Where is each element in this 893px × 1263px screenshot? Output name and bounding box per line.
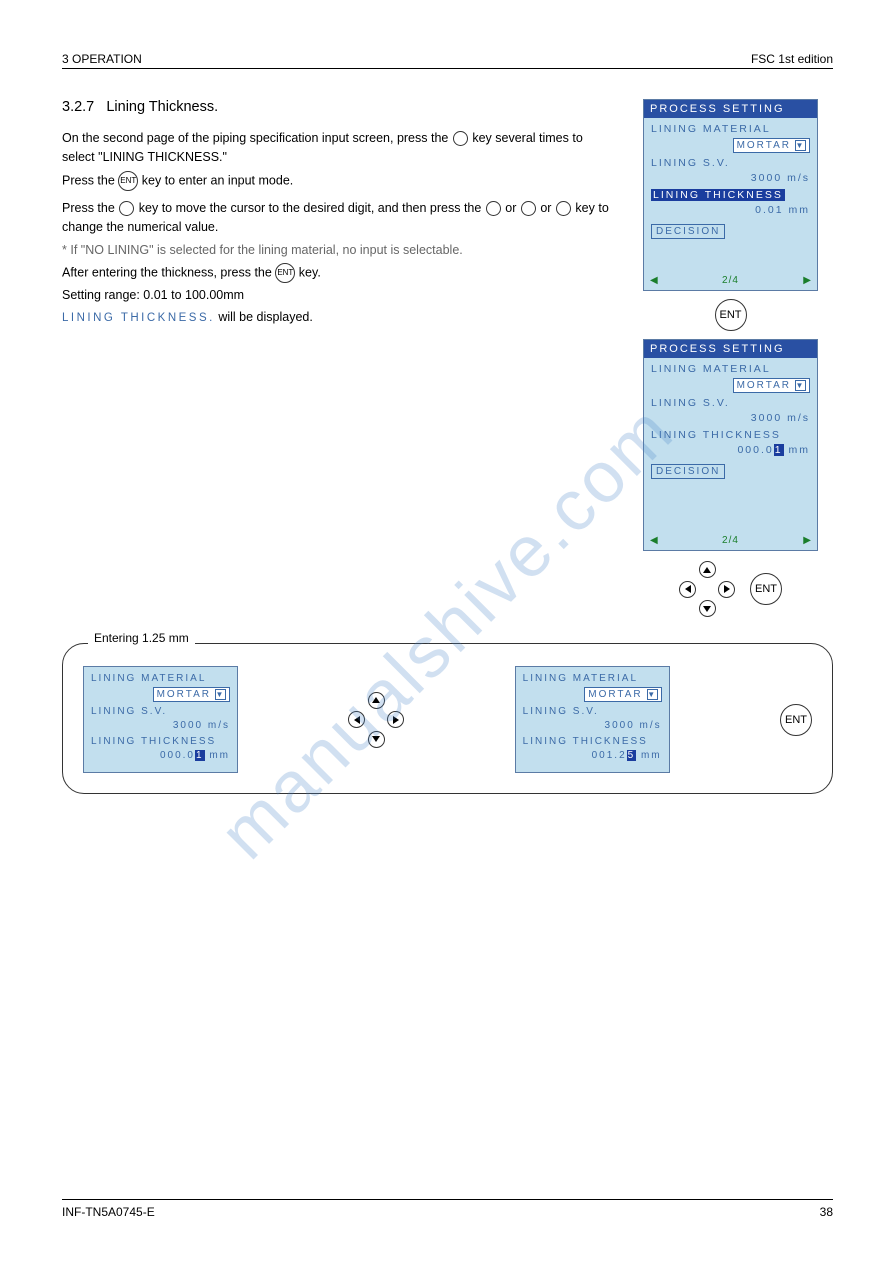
example-box: Entering 1.25 mm LINING MATERIAL MORTAR▼…: [62, 643, 833, 794]
screen-a: PROCESS SETTING LINING MATERIAL MORTAR▼ …: [643, 99, 818, 291]
note-text: If "NO LINING" is selected for the linin…: [70, 243, 462, 257]
up-button[interactable]: [368, 692, 385, 709]
section-title: Lining Thickness.: [106, 99, 218, 115]
right-button[interactable]: [387, 711, 404, 728]
screen-b: PROCESS SETTING LINING MATERIAL MORTAR▼ …: [643, 339, 818, 551]
thickness-value-a: 0.01 mm: [651, 204, 810, 216]
lining-sv-label: LINING S.V.: [651, 157, 810, 169]
page-number: 38: [820, 1205, 833, 1219]
left-button[interactable]: [348, 711, 365, 728]
left-button[interactable]: [679, 581, 696, 598]
step2c-pre: After entering the thickness, press the: [62, 265, 275, 279]
lining-thickness-highlight: LINING THICKNESS: [651, 189, 785, 201]
enter-icon: ENT: [275, 263, 295, 283]
step1-pre: On the second page of the piping specifi…: [62, 131, 452, 145]
right-button[interactable]: [718, 581, 735, 598]
mini-screen-right: LINING MATERIAL MORTAR▼ LINING S.V. 3000…: [515, 666, 670, 773]
decision-button[interactable]: DECISION: [651, 224, 725, 239]
lining-sv-label: LINING S.V.: [651, 397, 810, 409]
screen-title: PROCESS SETTING: [644, 100, 817, 118]
lining-thickness-label: LINING THICKNESS: [651, 429, 810, 441]
section-header: 3 OPERATION: [62, 52, 142, 66]
mortar-dropdown[interactable]: MORTAR▼: [733, 378, 810, 393]
lining-material-label: LINING MATERIAL: [651, 363, 810, 375]
step2c-post: key.: [299, 265, 321, 279]
down-button[interactable]: [699, 600, 716, 617]
down-arrow-icon: [453, 131, 468, 146]
dpad: [348, 692, 404, 748]
mortar-dropdown[interactable]: MORTAR▼: [733, 138, 810, 153]
sv-value: 3000 m/s: [651, 412, 810, 424]
left-arrow-icon: [486, 201, 501, 216]
down-button[interactable]: [368, 731, 385, 748]
step2-pre: Press the: [62, 201, 118, 215]
right-arrow-icon: [119, 201, 134, 216]
thickness-value-b: 000.01 mm: [651, 444, 810, 456]
step2-mid: key to move the cursor to the desired di…: [139, 201, 485, 215]
enter-button[interactable]: ENT: [750, 573, 782, 605]
dpad: [679, 561, 735, 617]
next-page-icon[interactable]: ▶: [803, 535, 811, 546]
next-page-icon[interactable]: ▶: [803, 275, 811, 286]
lining-material-label: LINING MATERIAL: [651, 123, 810, 135]
range-text: Setting range: 0.01 to 100.00mm: [62, 286, 616, 305]
up-button[interactable]: [699, 561, 716, 578]
sv-value: 3000 m/s: [651, 172, 810, 184]
step2-suf: or: [505, 201, 520, 215]
screen-title: PROCESS SETTING: [644, 340, 817, 358]
range-post: will be displayed.: [218, 310, 313, 324]
lining-thickness-label: LINING THICKNESS.: [62, 312, 215, 324]
prev-page-icon[interactable]: ◀: [650, 535, 658, 546]
mini-screen-left: LINING MATERIAL MORTAR▼ LINING S.V. 3000…: [83, 666, 238, 773]
decision-button[interactable]: DECISION: [651, 464, 725, 479]
prev-page-icon[interactable]: ◀: [650, 275, 658, 286]
down-arrow-icon: [556, 201, 571, 216]
version-header: FSC 1st edition: [751, 52, 833, 66]
enter-button[interactable]: ENT: [780, 704, 812, 736]
enter-icon: ENT: [118, 171, 138, 191]
enter-button[interactable]: ENT: [715, 299, 747, 331]
up-arrow-icon: [521, 201, 536, 216]
doc-id: INF-TN5A0745-E: [62, 1205, 155, 1219]
page-indicator: 2/4: [722, 535, 739, 546]
page-indicator: 2/4: [722, 275, 739, 286]
example-label: Entering 1.25 mm: [88, 631, 195, 645]
section-number: 3.2.7: [62, 99, 94, 115]
note-star: *: [62, 243, 67, 257]
step1b-pre: Press the: [62, 173, 118, 187]
step1b-post: key to enter an input mode.: [142, 173, 293, 187]
